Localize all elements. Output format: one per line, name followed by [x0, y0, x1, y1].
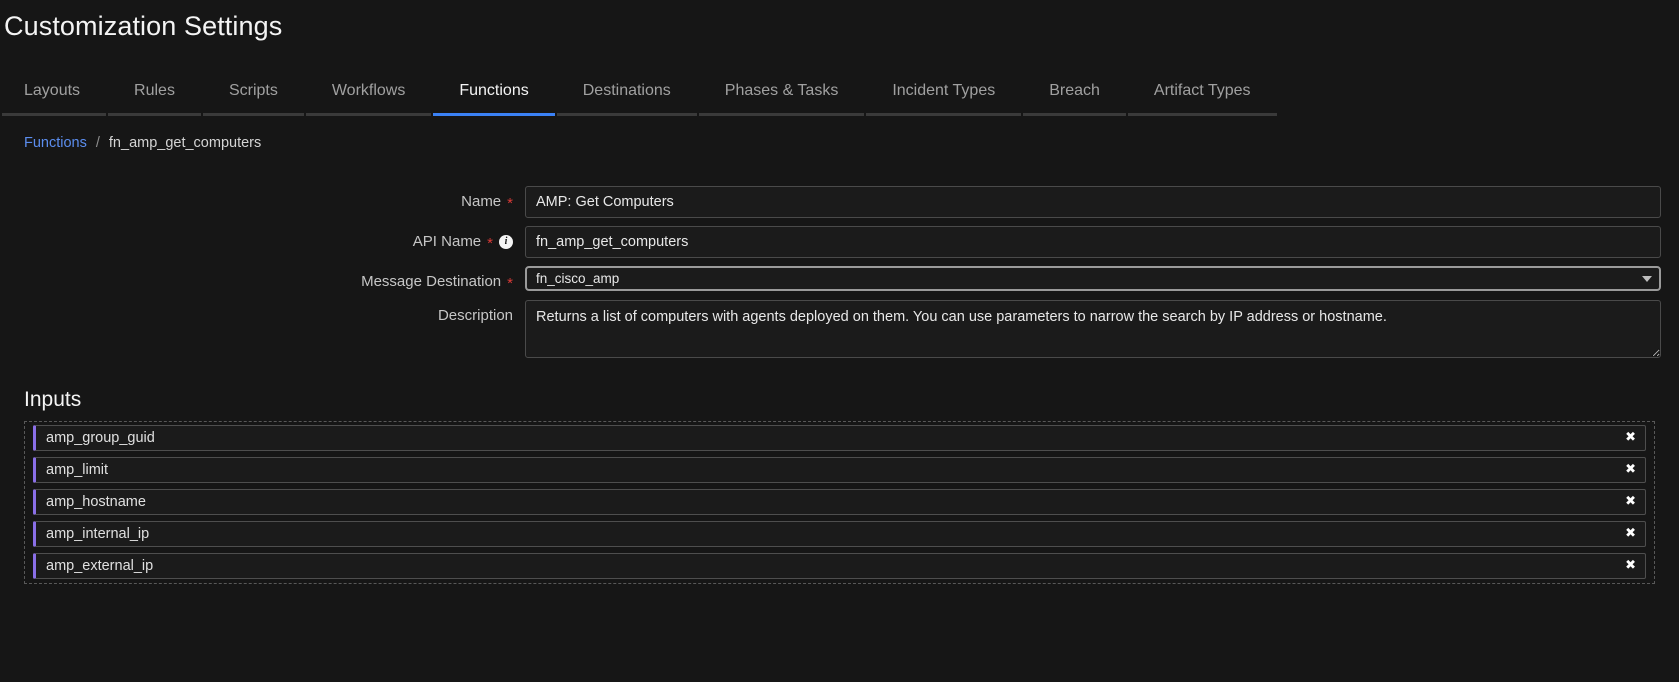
breadcrumb-current: fn_amp_get_computers: [108, 135, 262, 151]
tab-destinations[interactable]: Destinations: [556, 81, 697, 116]
name-field-wrap: [525, 186, 1679, 218]
breadcrumb-separator: /: [95, 135, 100, 151]
tab-label: Scripts: [228, 82, 278, 99]
api-name-label: API Name: [412, 233, 482, 250]
tab-scripts[interactable]: Scripts: [202, 81, 304, 116]
message-destination-select-wrap[interactable]: [525, 266, 1661, 291]
form-row-api-name: API Name * i: [0, 226, 1679, 258]
close-icon[interactable]: ✖: [1625, 463, 1636, 476]
breadcrumb: Functions / fn_amp_get_computers: [0, 116, 1679, 152]
tab-artifact-types[interactable]: Artifact Types: [1127, 81, 1277, 116]
description-textarea[interactable]: Returns a list of computers with agents …: [525, 300, 1661, 358]
inputs-section-title: Inputs: [24, 388, 82, 411]
message-destination-label-group: Message Destination *: [0, 266, 525, 292]
tab-breach[interactable]: Breach: [1023, 81, 1126, 116]
tab-label: Rules: [134, 82, 175, 99]
input-chip-label: amp_hostname: [46, 494, 146, 510]
message-destination-field-wrap: [525, 266, 1679, 291]
tab-label: Incident Types: [892, 82, 996, 99]
settings-tab-bar: Layouts Rules Scripts Workflows Function…: [0, 76, 1679, 116]
info-icon[interactable]: i: [499, 235, 513, 249]
inputs-list: amp_group_guid ✖ amp_limit ✖ amp_hostnam…: [24, 421, 1655, 584]
tab-label: Layouts: [24, 82, 81, 99]
page-title: Customization Settings: [4, 11, 283, 41]
tab-functions[interactable]: Functions: [433, 81, 555, 116]
input-chip-label: amp_group_guid: [46, 430, 155, 446]
input-chip-amp-hostname[interactable]: amp_hostname ✖: [33, 489, 1646, 515]
tab-label: Artifact Types: [1153, 82, 1251, 99]
input-chip-label: amp_limit: [46, 462, 109, 478]
required-asterisk: *: [487, 235, 493, 252]
api-name-field-wrap: [525, 226, 1679, 258]
close-icon[interactable]: ✖: [1625, 527, 1636, 540]
tab-layouts[interactable]: Layouts: [2, 81, 107, 116]
name-input[interactable]: [525, 186, 1661, 218]
required-asterisk: *: [507, 195, 513, 212]
api-name-label-group: API Name * i: [0, 226, 525, 252]
name-label: Name: [461, 193, 502, 210]
form-row-name: Name *: [0, 186, 1679, 218]
tab-label: Phases & Tasks: [724, 82, 839, 99]
description-field-wrap: Returns a list of computers with agents …: [525, 300, 1679, 363]
input-chip-amp-limit[interactable]: amp_limit ✖: [33, 457, 1646, 483]
input-chip-amp-external-ip[interactable]: amp_external_ip ✖: [33, 553, 1646, 579]
required-asterisk: *: [507, 275, 513, 292]
form-row-description: Description Returns a list of computers …: [0, 300, 1679, 363]
tab-rules[interactable]: Rules: [108, 81, 201, 116]
tab-incident-types[interactable]: Incident Types: [866, 81, 1022, 116]
message-destination-select[interactable]: [525, 266, 1661, 291]
tab-label: Breach: [1049, 82, 1100, 99]
message-destination-label: Message Destination: [361, 273, 502, 290]
tab-label: Destinations: [582, 82, 671, 99]
form-row-message-destination: Message Destination *: [0, 266, 1679, 292]
input-chip-label: amp_external_ip: [46, 558, 154, 574]
api-name-input[interactable]: [525, 226, 1661, 258]
name-label-group: Name *: [0, 186, 525, 212]
tab-label: Functions: [459, 82, 529, 99]
description-label: Description: [437, 307, 513, 324]
input-chip-amp-internal-ip[interactable]: amp_internal_ip ✖: [33, 521, 1646, 547]
breadcrumb-link-functions[interactable]: Functions: [24, 134, 87, 152]
input-chip-amp-group-guid[interactable]: amp_group_guid ✖: [33, 425, 1646, 451]
close-icon[interactable]: ✖: [1625, 495, 1636, 508]
tab-label: Workflows: [331, 82, 406, 99]
close-icon[interactable]: ✖: [1625, 431, 1636, 444]
close-icon[interactable]: ✖: [1625, 559, 1636, 572]
input-chip-label: amp_internal_ip: [46, 526, 150, 542]
tab-workflows[interactable]: Workflows: [305, 81, 432, 116]
tab-phases-tasks[interactable]: Phases & Tasks: [698, 81, 865, 116]
description-label-group: Description: [0, 300, 525, 326]
function-details-form: Name * API Name * i Message Destination …: [0, 186, 1679, 363]
